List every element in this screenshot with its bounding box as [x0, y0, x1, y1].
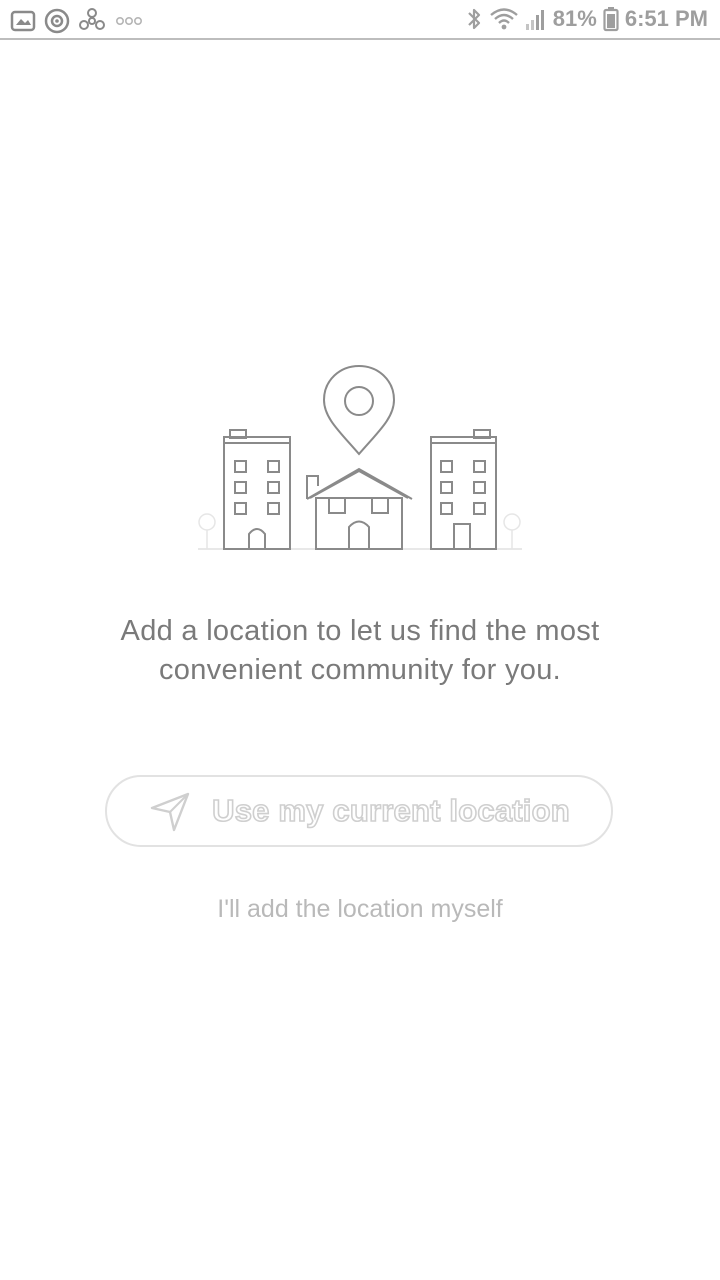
map-pin-icon — [322, 364, 396, 456]
left-building-icon — [223, 429, 291, 550]
signal-icon — [525, 10, 544, 30]
fan-notification-icon — [79, 8, 105, 30]
bluetooth-icon — [468, 8, 480, 30]
tree-right-icon — [503, 513, 521, 549]
wifi-icon — [490, 8, 518, 30]
status-left-icons — [10, 8, 144, 34]
screen: 81% 6:51 PM Add a location to let us fin… — [0, 0, 720, 1280]
battery-percent: 81% — [552, 6, 597, 31]
image-notification-icon — [10, 10, 36, 32]
status-right-icons: 81% 6:51 PM — [465, 6, 708, 32]
target-notification-icon — [44, 8, 70, 34]
use-current-location-button[interactable]: Use my current location — [105, 775, 613, 847]
battery-icon — [603, 7, 619, 32]
location-buildings-illustration — [198, 364, 522, 550]
navigation-arrow-icon — [150, 792, 190, 832]
tree-left-icon — [198, 513, 216, 549]
add-location-manually-link[interactable]: I'll add the location myself — [110, 895, 610, 924]
status-bar: 81% 6:51 PM — [0, 0, 720, 40]
location-message: Add a location to let us find the most c… — [120, 615, 600, 686]
more-notifications-icon — [115, 17, 142, 26]
status-time: 6:51 PM — [624, 6, 708, 31]
house-icon — [306, 467, 413, 550]
use-current-location-label: Use my current location — [211, 792, 570, 829]
right-building-icon — [430, 429, 497, 550]
